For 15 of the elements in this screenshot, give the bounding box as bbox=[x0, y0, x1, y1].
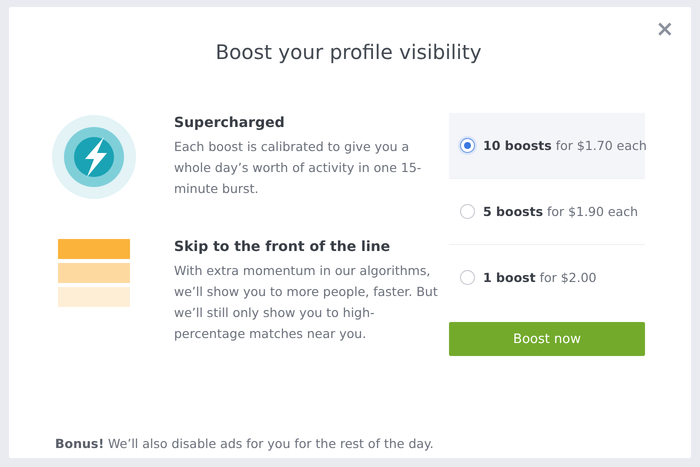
feature-title: Supercharged bbox=[174, 115, 286, 131]
radio-button[interactable] bbox=[460, 204, 475, 219]
radio-button[interactable] bbox=[460, 270, 475, 285]
feature-description: With extra momentum in our algorithms, we’ll show you to more people, faster. But we’ll still only show you to high-percentage matches near you. bbox=[174, 262, 439, 343]
dialog-title: Boost your profile visibility bbox=[214, 40, 483, 64]
bonus-note: Bonus! We’ll also disable ads for you for the rest of the day. bbox=[55, 436, 435, 451]
radio-button[interactable] bbox=[460, 138, 475, 153]
option-label: 1 boost for $2.00 bbox=[483, 270, 597, 285]
stacked-bars-icon bbox=[58, 239, 130, 309]
option-label: 10 boosts for $1.70 each bbox=[483, 138, 647, 153]
lightning-bolt-icon bbox=[52, 115, 136, 199]
feature-description: Each boost is calibrated to give you a whole day’s worth of activity in one 15-minute burst. bbox=[174, 138, 422, 198]
option-label: 5 boosts for $1.90 each bbox=[483, 204, 638, 219]
feature-title: Skip to the front of the line bbox=[174, 239, 392, 255]
boost-option[interactable]: 10 boosts for $1.70 each bbox=[449, 113, 645, 179]
